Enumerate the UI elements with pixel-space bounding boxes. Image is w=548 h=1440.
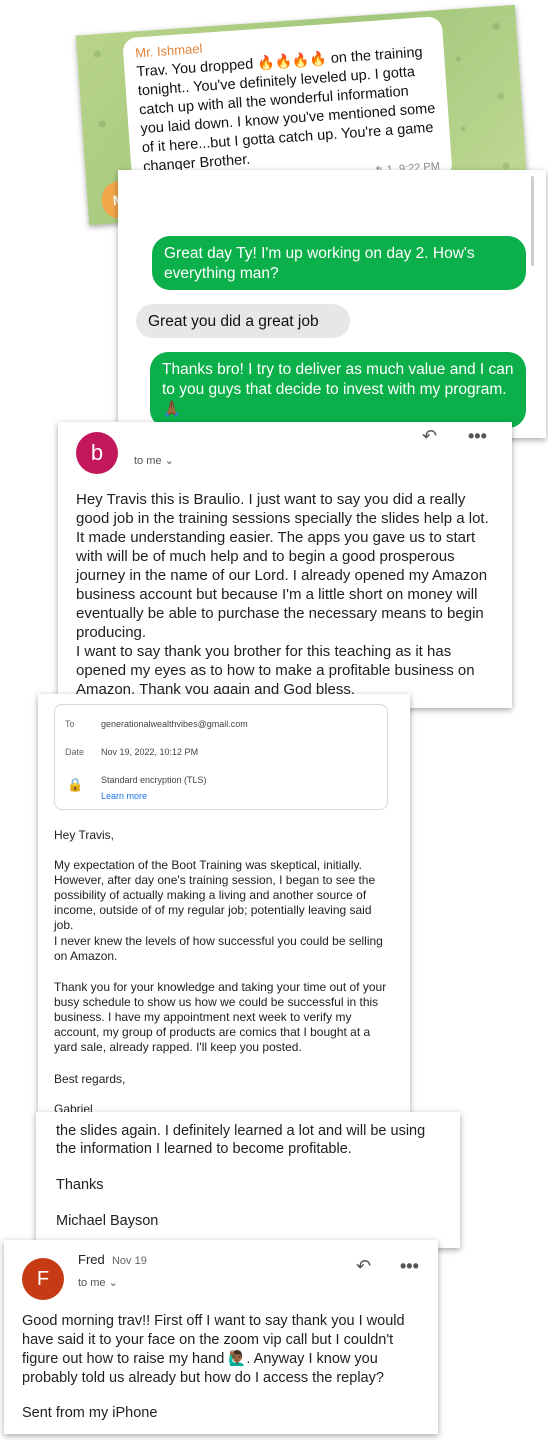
chevron-down-icon: ⌄ bbox=[164, 455, 174, 467]
recipient-toggle[interactable]: to me ⌄ bbox=[78, 1276, 118, 1289]
scrollbar[interactable] bbox=[531, 176, 534, 266]
email-gabriel-card: To generationalwealthvibes@gmail.com Dat… bbox=[38, 694, 410, 1112]
learn-more-link[interactable]: Learn more bbox=[101, 791, 147, 801]
email-fred-card: F Fred Nov 19 to me ⌄ ↶ ••• Good morning… bbox=[4, 1240, 438, 1434]
sender-line: Fred Nov 19 bbox=[78, 1252, 147, 1267]
thanks-line: Thanks bbox=[56, 1177, 104, 1193]
email-body: Good morning trav!! First off I want to … bbox=[22, 1312, 422, 1388]
date-label: Date bbox=[65, 747, 85, 757]
encryption-label: Standard encryption (TLS) bbox=[101, 775, 207, 785]
body-paragraph: I want to say thank you brother for this… bbox=[76, 643, 475, 698]
email-body: Hey Travis this is Braulio. I just want … bbox=[76, 490, 494, 699]
body-paragraph: Hey Travis this is Braulio. I just want … bbox=[76, 491, 489, 641]
imessage-card: Great day Ty! I'm up working on day 2. H… bbox=[118, 170, 546, 438]
email-body: the slides again. I definitely learned a… bbox=[56, 1123, 426, 1157]
sent-message-bubble[interactable]: Great day Ty! I'm up working on day 2. H… bbox=[152, 236, 526, 290]
avatar[interactable]: b bbox=[76, 432, 118, 474]
reply-icon[interactable]: ↶ bbox=[356, 1256, 371, 1277]
date-value: Nov 19, 2022, 10:12 PM bbox=[101, 747, 199, 757]
more-options-icon[interactable]: ••• bbox=[468, 426, 487, 447]
received-message-bubble[interactable]: Great you did a great job bbox=[136, 304, 350, 338]
sent-message-bubble[interactable]: Thanks bro! I try to deliver as much val… bbox=[150, 352, 526, 428]
email-footer: Sent from my iPhone bbox=[22, 1405, 158, 1421]
chevron-down-icon: ⌄ bbox=[108, 1277, 118, 1289]
email-details-panel: To generationalwealthvibes@gmail.com Dat… bbox=[54, 704, 388, 810]
to-value: generationalwealthvibes@gmail.com bbox=[101, 719, 248, 729]
reply-icon[interactable]: ↶ bbox=[422, 426, 437, 447]
body-paragraph: I never knew the levels of how successfu… bbox=[54, 934, 383, 963]
to-me-label: to me bbox=[78, 1277, 106, 1289]
avatar[interactable]: F bbox=[22, 1258, 64, 1300]
fire-icon: 🔥🔥🔥🔥 bbox=[256, 50, 328, 71]
email-michael-card: the slides again. I definitely learned a… bbox=[36, 1112, 460, 1248]
lock-icon: 🔒 bbox=[67, 777, 84, 792]
body-paragraph: Thank you for your knowledge and taking … bbox=[54, 980, 387, 1054]
closing: Best regards, bbox=[54, 1072, 126, 1086]
recipient-toggle[interactable]: to me ⌄ bbox=[134, 454, 174, 467]
email-braulio-card: b to me ⌄ ↶ ••• Hey Travis this is Braul… bbox=[58, 422, 512, 708]
signature: Gabriel bbox=[54, 1102, 93, 1112]
to-me-label: to me bbox=[134, 455, 162, 467]
message-text: Trav. You dropped 🔥🔥🔥🔥 on the training t… bbox=[136, 42, 439, 177]
email-date: Nov 19 bbox=[111, 1255, 147, 1267]
more-options-icon[interactable]: ••• bbox=[400, 1256, 419, 1277]
greeting: Hey Travis, bbox=[54, 828, 115, 842]
sender-name: Fred bbox=[78, 1252, 105, 1267]
raised-hand-emoji-icon: 🙋🏾‍♂️ bbox=[228, 1351, 247, 1367]
body-paragraph: My expectation of the Boot Training was … bbox=[54, 858, 376, 932]
signature: Michael Bayson bbox=[56, 1213, 159, 1229]
to-label: To bbox=[65, 719, 75, 729]
